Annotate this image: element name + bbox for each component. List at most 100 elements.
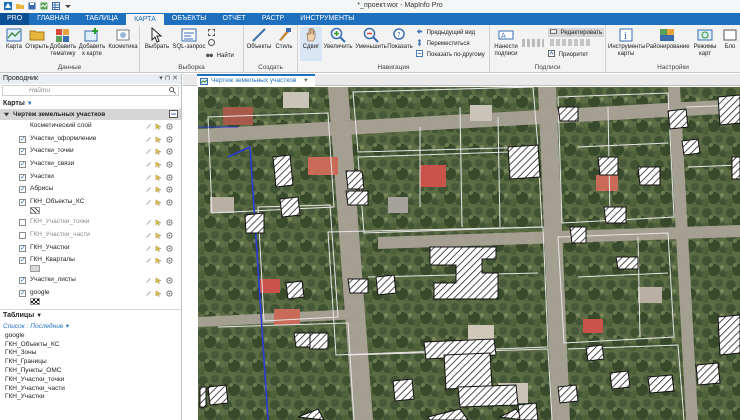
pan-button[interactable]: Сдвиг — [300, 27, 322, 61]
layer-visibility-checkbox[interactable] — [19, 243, 26, 255]
edit-pencil-icon[interactable] — [145, 174, 152, 181]
map-tools-button[interactable]: i Инструменты карты — [608, 27, 645, 58]
layer-visibility-checkbox[interactable] — [19, 159, 26, 172]
layer-settings-icon[interactable] — [166, 244, 173, 252]
layer-item[interactable]: Участки_точки — [0, 145, 181, 159]
selectable-icon[interactable] — [155, 277, 162, 284]
layer-visibility-checkbox[interactable] — [19, 184, 26, 197]
collapse-arrow-icon[interactable]: ▼ — [27, 101, 33, 107]
tab-report[interactable]: ОТЧЕТ — [214, 13, 253, 25]
layer-settings-icon[interactable] — [166, 136, 173, 143]
edit-pencil-icon[interactable] — [145, 257, 152, 264]
tables-list-filter[interactable]: Список : Последние ▾ — [0, 322, 181, 332]
selectable-icon[interactable] — [155, 148, 162, 156]
tab-table[interactable]: ТАБЛИЦА — [77, 13, 126, 25]
show-by-other-button[interactable]: Показать по-другому — [416, 50, 485, 59]
edit-pencil-icon[interactable] — [145, 136, 152, 143]
layer-settings-icon[interactable] — [166, 161, 173, 168]
selectable-icon[interactable] — [155, 174, 162, 181]
layer-visibility-checkbox[interactable] — [19, 275, 26, 288]
map-view[interactable] — [198, 87, 740, 420]
layer-settings-icon[interactable] — [166, 186, 173, 193]
tab-tools[interactable]: ИНСТРУМЕНТЫ — [292, 13, 362, 25]
layer-item[interactable]: ГКН_Кварталы — [0, 254, 181, 274]
selectable-icon[interactable] — [155, 161, 162, 168]
layer-visibility-checkbox[interactable] — [19, 288, 26, 301]
zoom-out-button[interactable]: Уменьшить — [354, 27, 388, 51]
layer-settings-icon[interactable] — [166, 277, 173, 284]
priority-button[interactable]: Приоритет — [548, 50, 588, 59]
add-to-map-button[interactable]: Добавить к карте — [78, 27, 106, 58]
layer-item[interactable]: Косметический слой — [0, 120, 181, 133]
tables-section-title[interactable]: Таблицы ▼ — [0, 312, 181, 322]
collapse-arrow-icon[interactable]: ▼ — [36, 313, 42, 319]
select-tool-small[interactable] — [208, 29, 217, 38]
edit-pencil-icon[interactable] — [145, 186, 152, 193]
tab-raster[interactable]: РАСТР — [254, 13, 292, 25]
find-button[interactable]: Найти — [206, 51, 234, 60]
table-list-item[interactable]: ГКН_Участки_части — [0, 385, 181, 394]
layer-item[interactable]: ГКН_Участки_точки — [0, 216, 181, 229]
layer-item[interactable]: ГКН_Участки — [0, 242, 181, 255]
apply-labels-button[interactable]: A Нанести подписи — [492, 27, 520, 58]
layer-item[interactable]: ГКН_Участки_части — [0, 229, 181, 242]
select-button[interactable]: Выбрать — [142, 27, 172, 51]
tab-home[interactable]: ГЛАВНАЯ — [29, 13, 77, 25]
tab-map[interactable]: КАРТА — [126, 13, 164, 25]
explorer-search-input[interactable]: Найти — [2, 85, 179, 96]
dropdown-arrow-icon[interactable]: ▾ — [65, 323, 68, 330]
edit-pencil-icon[interactable] — [145, 148, 152, 155]
layer-visibility-checkbox[interactable] — [19, 146, 26, 159]
edit-pencil-icon[interactable] — [145, 199, 152, 206]
table-list-item[interactable]: ГКН_Границы — [0, 358, 181, 367]
layer-item[interactable]: ГКН_Объекты_КС — [0, 196, 181, 216]
table-list-item[interactable]: ГКН_Зоны — [0, 349, 181, 358]
selectable-icon[interactable] — [155, 199, 162, 206]
layer-item[interactable]: google — [0, 287, 181, 307]
objects-button[interactable]: Объекты — [246, 27, 272, 51]
previous-view-button[interactable]: Предыдущий вид — [416, 28, 475, 37]
layer-visibility-checkbox[interactable] — [19, 134, 26, 146]
table-list-item[interactable]: ГКН_Пункты_ОМС — [0, 367, 181, 376]
table-list-item[interactable]: ГКН_Объекты_КС — [0, 341, 181, 350]
zoom-in-button[interactable]: Увеличить — [322, 27, 354, 51]
edit-pencil-icon[interactable] — [145, 219, 152, 226]
cosmetic-button[interactable]: Косметика — [108, 27, 138, 51]
map-document-tab[interactable]: Чертеж земельных участков ▾ — [197, 74, 316, 86]
layer-item[interactable]: Участки_листы — [0, 274, 181, 288]
layer-visibility-checkbox[interactable] — [19, 172, 26, 184]
map-modes-button[interactable]: Режимы карт — [690, 27, 720, 58]
layer-item[interactable]: Участки_оформление — [0, 133, 181, 146]
table-list-item[interactable]: google — [0, 332, 181, 341]
layer-settings-icon[interactable] — [166, 174, 173, 181]
selectable-icon[interactable] — [155, 232, 162, 239]
layer-item[interactable]: Абрисы — [0, 183, 181, 197]
zoning-button[interactable]: Районирование — [646, 27, 690, 51]
tab-pro[interactable]: PRO — [0, 13, 30, 25]
edit-labels-button[interactable]: Редактировать — [548, 28, 605, 37]
edit-pencil-icon[interactable] — [145, 245, 152, 252]
style-button[interactable]: Стиль — [271, 27, 297, 51]
radius-select-small[interactable] — [208, 39, 217, 48]
dropdown-arrow-icon[interactable]: ▾ — [159, 75, 163, 82]
edit-pencil-icon[interactable] — [145, 232, 152, 239]
move-button[interactable]: Переместиться — [416, 39, 470, 48]
map-window-item[interactable]: Чертеж земельных участков — [0, 109, 181, 120]
layer-item[interactable]: Участки_связи — [0, 158, 181, 172]
edit-pencil-icon[interactable] — [145, 277, 152, 284]
map-canvas[interactable] — [198, 87, 740, 420]
layer-settings-icon[interactable] — [166, 257, 173, 264]
selectable-icon[interactable] — [155, 219, 162, 226]
layer-settings-icon[interactable] — [166, 148, 173, 155]
show-button[interactable]: ? Показать — [386, 27, 414, 51]
edit-pencil-icon[interactable] — [145, 123, 152, 130]
selectable-icon[interactable] — [155, 290, 162, 297]
selectable-icon[interactable] — [155, 245, 162, 252]
layer-settings-icon[interactable] — [166, 199, 173, 206]
edit-pencil-icon[interactable] — [145, 290, 152, 297]
layer-settings-icon[interactable] — [166, 290, 173, 297]
sql-query-button[interactable]: SQL-запрос — [172, 27, 206, 51]
layer-settings-icon[interactable] — [166, 232, 173, 239]
block-button[interactable]: Бло — [720, 27, 740, 51]
maps-section-title[interactable]: Карты ▼ — [0, 97, 181, 109]
